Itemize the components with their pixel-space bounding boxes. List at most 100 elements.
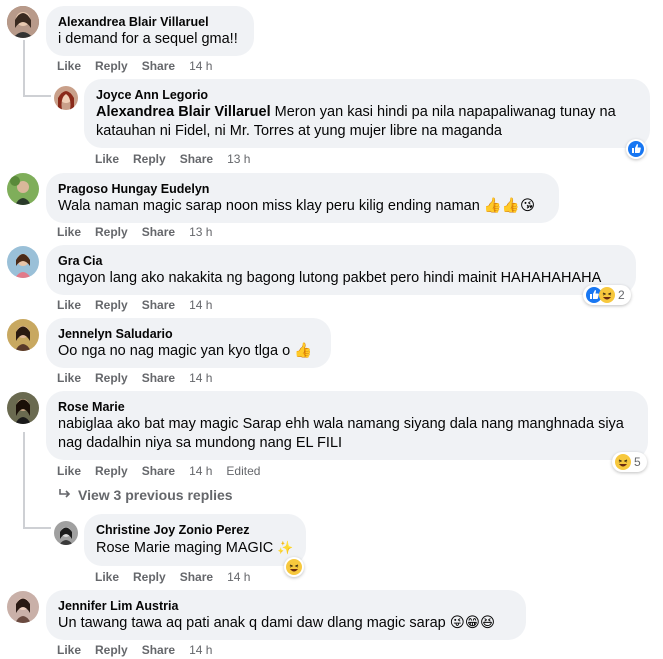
comment-bubble: Pragoso Hungay Eudelyn Wala naman magic … <box>46 173 559 223</box>
comment-author[interactable]: Christine Joy Zonio Perez <box>96 522 294 538</box>
comment-text-line: Meron yan kasi hindi pa nila napapaliwan… <box>274 104 616 120</box>
reply-button[interactable]: Reply <box>133 152 166 166</box>
wink-kiss-emoji-icon: 😘 <box>519 198 536 214</box>
avatar[interactable] <box>7 319 39 351</box>
timestamp[interactable]: 13 h <box>227 152 250 166</box>
thumbs-up-emoji-icon: 👍👍 <box>483 198 520 214</box>
comment-text-line: nabiglaa ako bat may magic Sarap ehh wal… <box>58 416 624 432</box>
reply-arrow-icon <box>58 487 74 503</box>
timestamp[interactable]: 14 h <box>227 570 250 584</box>
comment-text: Rose Marie maging MAGIC <box>96 540 274 556</box>
haha-icon <box>615 454 631 470</box>
comment-actions: Like Reply Share 14 h <box>95 569 264 585</box>
comment-bubble: Joyce Ann Legorio Alexandrea Blair Villa… <box>84 79 650 148</box>
like-button[interactable]: Like <box>95 152 119 166</box>
share-button[interactable]: Share <box>142 464 175 478</box>
reaction-summary[interactable]: 2 <box>583 285 631 305</box>
haha-icon <box>599 287 615 303</box>
comment-bubble: Gra Cia ngayon lang ako nakakita ng bago… <box>46 245 636 295</box>
comment-author[interactable]: Jennelyn Saludario <box>58 326 319 342</box>
avatar[interactable] <box>54 521 78 545</box>
share-button[interactable]: Share <box>180 152 213 166</box>
reply-button[interactable]: Reply <box>95 298 128 312</box>
reply-button[interactable]: Reply <box>95 59 128 73</box>
comment-text: Oo nga no nag magic yan kyo tlga o <box>58 343 291 359</box>
haha-icon <box>286 559 302 575</box>
comment-text-wrap: Oo nga no nag magic yan kyo tlga o 👍 <box>58 342 319 361</box>
tagged-user[interactable]: Alexandrea Blair Villaruel <box>96 104 271 120</box>
comment-actions: Like Reply Share 14 h <box>57 58 226 74</box>
thread-line <box>23 40 25 96</box>
avatar[interactable] <box>7 173 39 205</box>
thread-line <box>23 95 51 97</box>
comment-text-line: nag dadalhin niya sa mundong nang EL FIL… <box>58 435 343 451</box>
reaction-summary[interactable]: 5 <box>612 452 647 472</box>
comment-actions: Like Reply Share 14 h <box>57 370 226 386</box>
share-button[interactable]: Share <box>180 570 213 584</box>
like-button[interactable]: Like <box>95 570 119 584</box>
like-button[interactable]: Like <box>57 298 81 312</box>
edited-label: Edited <box>226 464 261 478</box>
reaction-count: 5 <box>634 455 641 469</box>
comment-text: Alexandrea Blair Villaruel Meron yan kas… <box>96 103 638 122</box>
comment-author[interactable]: Jennifer Lim Austria <box>58 598 514 614</box>
share-button[interactable]: Share <box>142 225 175 239</box>
like-icon <box>628 141 644 157</box>
comment-author[interactable]: Pragoso Hungay Eudelyn <box>58 181 547 197</box>
comment-actions: Like Reply Share 14 h <box>57 642 226 658</box>
thread-line <box>23 432 25 528</box>
like-reaction-badge[interactable] <box>626 139 646 159</box>
comment-text-line: katauhan ni Fidel, ni Mr. Torres at yung… <box>96 123 502 139</box>
laughing-emoji-icon: 😜😁😆 <box>449 615 496 631</box>
timestamp[interactable]: 14 h <box>189 371 212 385</box>
timestamp[interactable]: 14 h <box>189 464 212 478</box>
pointing-hand-emoji-icon: 👍 <box>294 343 313 359</box>
comment-actions: Like Reply Share 13 h <box>57 224 226 240</box>
timestamp[interactable]: 14 h <box>189 643 212 657</box>
reply-button[interactable]: Reply <box>133 570 166 584</box>
comment-text-wrap: Rose Marie maging MAGIC ✨ <box>96 538 294 558</box>
comment-text: ngayon lang ako nakakita ng bagong luton… <box>58 270 602 286</box>
comment-text-wrap: Wala naman magic sarap noon miss klay pe… <box>58 197 547 216</box>
comment-author[interactable]: Rose Marie <box>58 399 636 415</box>
comment-author[interactable]: Gra Cia <box>58 253 624 269</box>
comment-actions: Like Reply Share 13 h <box>95 151 264 167</box>
reaction-summary[interactable] <box>284 557 304 577</box>
avatar[interactable] <box>7 392 39 424</box>
view-previous-replies-button[interactable]: View 3 previous replies <box>58 487 233 503</box>
comment-text: i demand for a sequel gma!! <box>58 31 238 47</box>
share-button[interactable]: Share <box>142 643 175 657</box>
avatar[interactable] <box>7 6 39 38</box>
avatar[interactable] <box>7 591 39 623</box>
like-button[interactable]: Like <box>57 225 81 239</box>
comment-text: Un tawang tawa aq pati anak q dami daw d… <box>58 615 446 631</box>
timestamp[interactable]: 13 h <box>189 225 212 239</box>
share-button[interactable]: Share <box>142 371 175 385</box>
comment-text: Wala naman magic sarap noon miss klay pe… <box>58 198 480 214</box>
comment-text-wrap: Un tawang tawa aq pati anak q dami daw d… <box>58 614 514 633</box>
timestamp[interactable]: 14 h <box>189 59 212 73</box>
comment-actions: Like Reply Share 14 h <box>57 297 226 313</box>
avatar[interactable] <box>7 246 39 278</box>
reaction-count: 2 <box>618 288 625 302</box>
like-button[interactable]: Like <box>57 371 81 385</box>
share-button[interactable]: Share <box>142 59 175 73</box>
view-replies-label: View 3 previous replies <box>78 487 233 503</box>
comment-actions: Like Reply Share 14 h Edited <box>57 463 274 479</box>
reply-button[interactable]: Reply <box>95 225 128 239</box>
comment-author[interactable]: Alexandrea Blair Villaruel <box>58 14 242 30</box>
like-button[interactable]: Like <box>57 643 81 657</box>
comment-bubble: Alexandrea Blair Villaruel i demand for … <box>46 6 254 56</box>
comment-author[interactable]: Joyce Ann Legorio <box>96 87 638 103</box>
avatar[interactable] <box>54 86 78 110</box>
reply-button[interactable]: Reply <box>95 371 128 385</box>
share-button[interactable]: Share <box>142 298 175 312</box>
reply-button[interactable]: Reply <box>95 464 128 478</box>
like-button[interactable]: Like <box>57 464 81 478</box>
timestamp[interactable]: 14 h <box>189 298 212 312</box>
thread-line <box>23 527 51 529</box>
reply-button[interactable]: Reply <box>95 643 128 657</box>
like-button[interactable]: Like <box>57 59 81 73</box>
comment-bubble: Jennifer Lim Austria Un tawang tawa aq p… <box>46 590 526 640</box>
comment-bubble: Christine Joy Zonio Perez Rose Marie mag… <box>84 514 306 566</box>
